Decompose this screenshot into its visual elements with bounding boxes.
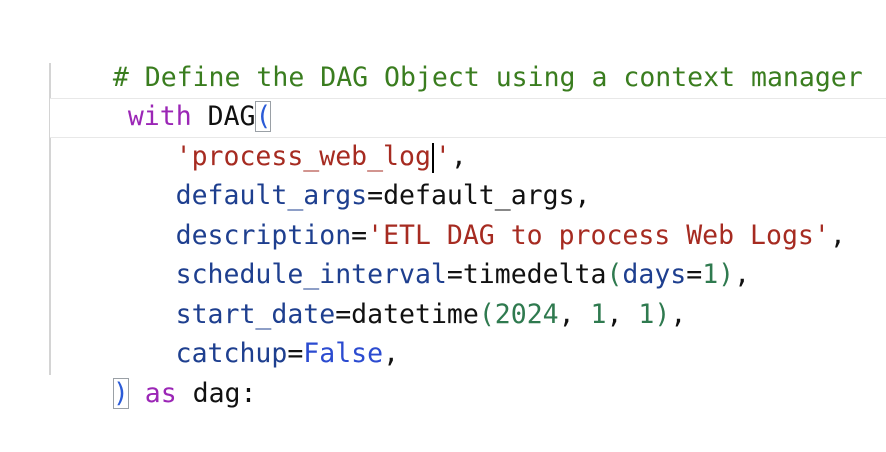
comma: , (734, 259, 751, 290)
dag-alias: dag: (176, 378, 257, 409)
day-literal: 1 (638, 299, 655, 330)
number-literal: 1 (702, 259, 719, 290)
comma: , (606, 299, 639, 330)
equals: = (287, 338, 304, 369)
code-line-9[interactable]: ) as dag: (49, 335, 256, 409)
code-line-4[interactable]: default_args=default_args, (48, 137, 591, 211)
false-literal: False (303, 338, 384, 369)
close-paren: ) (112, 378, 129, 409)
code-line-5[interactable]: description='ETL DAG to process Web Logs… (48, 177, 846, 251)
close-paren: ) (718, 259, 735, 290)
month-literal: 1 (590, 299, 607, 330)
open-paren: ( (478, 299, 495, 330)
code-line-2[interactable]: with DAG( (64, 58, 272, 132)
comma: , (558, 299, 591, 330)
code-editor[interactable]: # Define the DAG Object using a context … (0, 0, 886, 412)
code-line-6[interactable]: schedule_interval=timedelta(days=1), (48, 216, 750, 290)
close-paren: ) (654, 299, 671, 330)
comma: , (383, 338, 400, 369)
keyword-as: as (128, 378, 177, 409)
comma: , (670, 299, 687, 330)
code-line-3[interactable]: 'process_web_log ', (48, 98, 467, 173)
code-line-1[interactable]: # Define the DAG Object using a context … (49, 19, 863, 93)
code-line-7[interactable]: start_date=datetime(2024, 1, 1), (48, 256, 687, 330)
code-line-8[interactable]: catchup=False, (48, 295, 399, 369)
year-literal: 2024 (494, 299, 559, 330)
comma: , (829, 220, 846, 251)
equals: = (686, 259, 703, 290)
